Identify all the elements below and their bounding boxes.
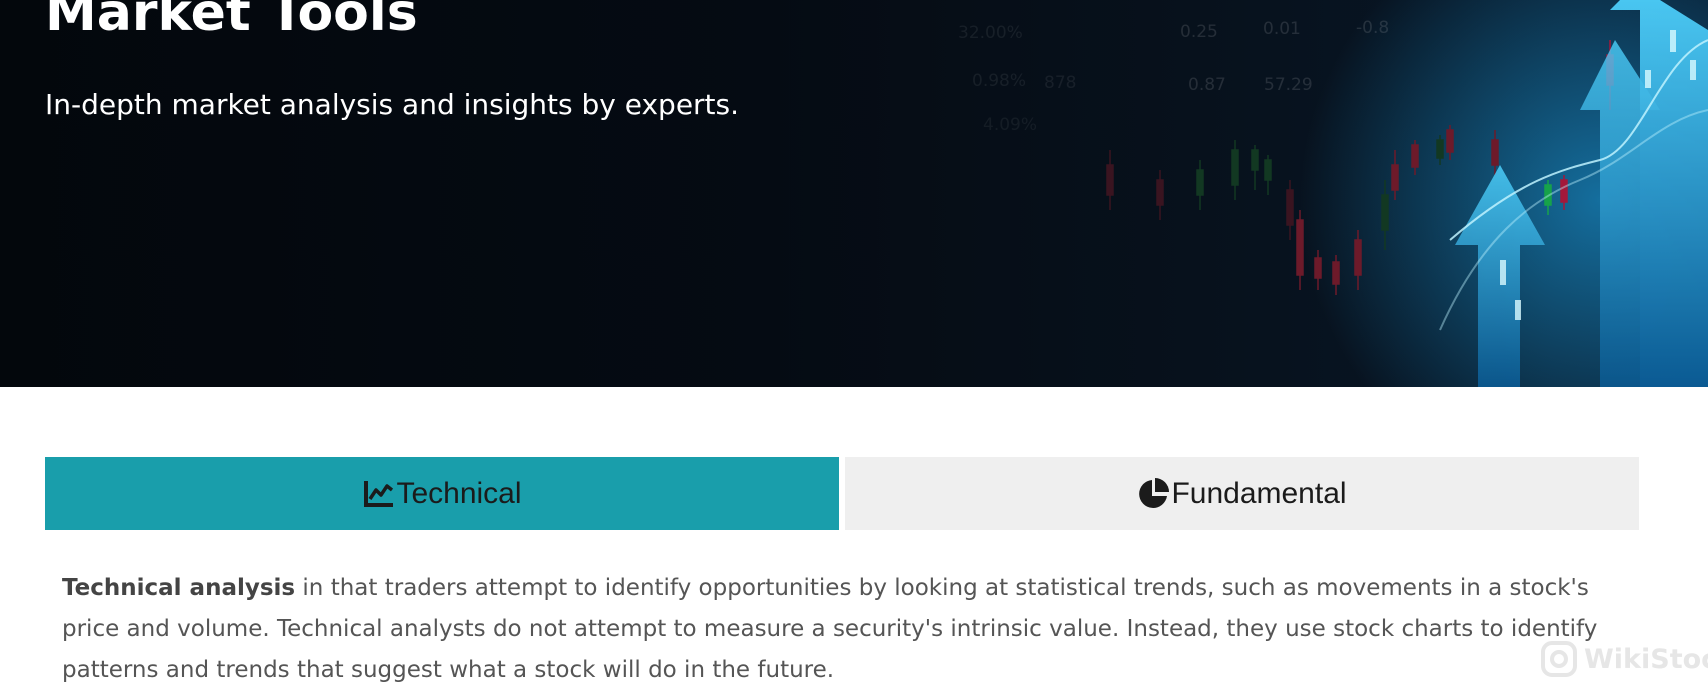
wikistock-logo-icon bbox=[1541, 641, 1577, 677]
tab-technical[interactable]: Technical bbox=[45, 457, 839, 530]
analysis-tabs: Technical Fundamental bbox=[45, 457, 1639, 530]
ticker-number: 0.01 bbox=[1263, 19, 1301, 39]
line-chart-icon bbox=[364, 480, 394, 507]
ticker-number: 57.29 bbox=[1264, 75, 1313, 95]
watermark-text: WikiStock bbox=[1584, 643, 1708, 675]
ticker-number: 878 bbox=[1044, 73, 1076, 93]
ticker-number: -0.8 bbox=[1356, 18, 1389, 38]
page-title: Market Tools bbox=[45, 0, 418, 43]
tab-fundamental[interactable]: Fundamental bbox=[845, 457, 1639, 530]
tab-label: Fundamental bbox=[1171, 476, 1347, 510]
hero-banner: 0.25 0.01 -0.8 0.87 57.29 32.00% 0.98% 8… bbox=[0, 0, 1708, 387]
description-term: Technical analysis bbox=[62, 575, 296, 601]
ticker-number: 4.09% bbox=[983, 115, 1037, 135]
technical-analysis-description: Technical analysis in that traders attem… bbox=[62, 568, 1652, 691]
ticker-number: 0.25 bbox=[1180, 22, 1218, 42]
wikistock-watermark: WikiStock bbox=[1540, 640, 1708, 678]
tab-label: Technical bbox=[396, 476, 522, 510]
ticker-number: 0.98% bbox=[972, 71, 1026, 91]
ticker-number: 32.00% bbox=[958, 23, 1023, 43]
stock-chart-background-graphic: 0.25 0.01 -0.8 0.87 57.29 32.00% 0.98% 8… bbox=[958, 0, 1708, 387]
ticker-number: 0.87 bbox=[1188, 75, 1226, 95]
page-subtitle: In-depth market analysis and insights by… bbox=[45, 88, 740, 121]
pie-chart-icon bbox=[1139, 477, 1170, 508]
